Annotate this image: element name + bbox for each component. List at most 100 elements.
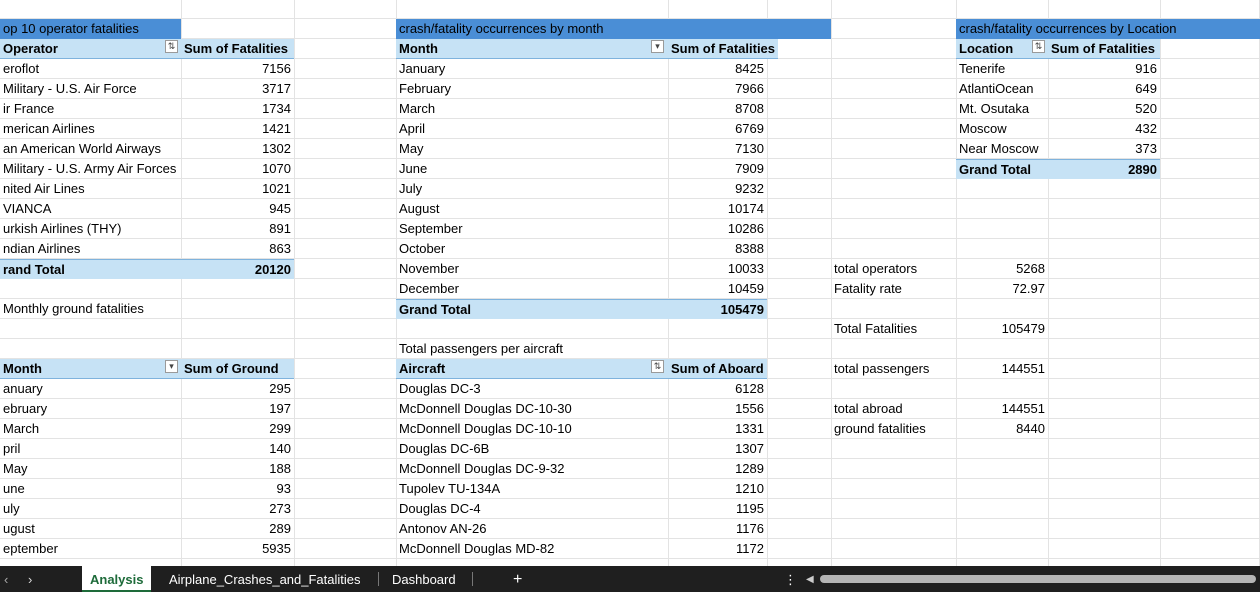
by-month-total-value[interactable]: 105479 xyxy=(668,299,767,319)
list-item-value[interactable]: 93 xyxy=(181,479,294,499)
by-month-total-label[interactable]: Grand Total xyxy=(396,299,668,319)
list-item-value[interactable]: 7130 xyxy=(668,139,767,159)
stat-value[interactable]: 144551 xyxy=(956,399,1048,419)
by-month-header-fatalities[interactable]: Sum of Fatalities xyxy=(668,39,778,59)
list-item[interactable]: Douglas DC-3 xyxy=(396,379,668,399)
list-item[interactable]: November xyxy=(396,259,668,279)
by-location-total-label[interactable]: Grand Total xyxy=(956,159,1048,179)
list-item[interactable]: ugust xyxy=(0,519,181,539)
monthly-ground-header-month[interactable]: Month ▾ xyxy=(0,359,181,379)
by-location-title[interactable]: crash/fatality occurrences by Location xyxy=(956,19,1260,39)
list-item[interactable]: October xyxy=(396,239,668,259)
dropdown-icon[interactable]: ▾ xyxy=(165,360,178,373)
passengers-header-aboard[interactable]: Sum of Aboard xyxy=(668,359,767,379)
list-item-value[interactable]: 6128 xyxy=(668,379,767,399)
list-item[interactable]: Douglas DC-4 xyxy=(396,499,668,519)
list-item-value[interactable]: 1302 xyxy=(181,139,294,159)
stat-value[interactable]: 144551 xyxy=(956,359,1048,379)
list-item-value[interactable]: 140 xyxy=(181,439,294,459)
list-item[interactable]: September xyxy=(396,219,668,239)
list-item-value[interactable]: 1172 xyxy=(668,539,767,559)
list-item-value[interactable]: 5935 xyxy=(181,539,294,559)
list-item-value[interactable]: 373 xyxy=(1048,139,1160,159)
list-item[interactable]: January xyxy=(396,59,668,79)
list-item-value[interactable]: 8708 xyxy=(668,99,767,119)
list-item[interactable]: pril xyxy=(0,439,181,459)
scroll-left-arrow-icon[interactable]: ◀ xyxy=(806,566,814,592)
top-operators-header-fatalities[interactable]: Sum of Fatalities xyxy=(181,39,294,59)
list-item-value[interactable]: 1331 xyxy=(668,419,767,439)
list-item-value[interactable]: 299 xyxy=(181,419,294,439)
list-item-value[interactable]: 649 xyxy=(1048,79,1160,99)
monthly-ground-title[interactable]: Monthly ground fatalities xyxy=(0,299,294,319)
list-item-value[interactable]: 916 xyxy=(1048,59,1160,79)
list-item[interactable]: March xyxy=(396,99,668,119)
list-item-value[interactable]: 7909 xyxy=(668,159,767,179)
stat-value[interactable]: 8440 xyxy=(956,419,1048,439)
list-item-value[interactable]: 432 xyxy=(1048,119,1160,139)
list-item-value[interactable]: 197 xyxy=(181,399,294,419)
top-operators-header-operator[interactable]: Operator ⇅ xyxy=(0,39,181,59)
scroll-tabs-left-icon[interactable]: ‹ xyxy=(4,566,8,592)
list-item[interactable]: VIANCA xyxy=(0,199,181,219)
list-item-value[interactable]: 1176 xyxy=(668,519,767,539)
list-item-value[interactable]: 7966 xyxy=(668,79,767,99)
top-operators-total-value[interactable]: 20120 xyxy=(181,259,294,279)
sort-filter-icon[interactable]: ⇅ xyxy=(165,40,178,53)
stat-label[interactable]: Total Fatalities xyxy=(831,319,956,339)
list-item-value[interactable]: 10174 xyxy=(668,199,767,219)
list-item[interactable]: Military - U.S. Army Air Forces xyxy=(0,159,181,179)
list-item-value[interactable]: 1421 xyxy=(181,119,294,139)
list-item[interactable]: Tenerife xyxy=(956,59,1048,79)
tab-analysis[interactable]: Analysis xyxy=(82,566,152,592)
list-item[interactable]: Antonov AN-26 xyxy=(396,519,668,539)
stat-value[interactable]: 105479 xyxy=(956,319,1048,339)
list-item-value[interactable]: 1307 xyxy=(668,439,767,459)
list-item[interactable]: Near Moscow xyxy=(956,139,1048,159)
horizontal-scrollbar[interactable] xyxy=(820,575,1256,583)
list-item-value[interactable]: 520 xyxy=(1048,99,1160,119)
list-item-value[interactable]: 7156 xyxy=(181,59,294,79)
tab-dashboard[interactable]: Dashboard xyxy=(392,566,456,592)
by-location-header-location[interactable]: Location ⇅ xyxy=(956,39,1048,59)
list-item-value[interactable]: 10286 xyxy=(668,219,767,239)
monthly-ground-header-ground[interactable]: Sum of Ground xyxy=(181,359,294,379)
list-item[interactable]: Military - U.S. Air Force xyxy=(0,79,181,99)
by-location-header-fatalities[interactable]: Sum of Fatalities xyxy=(1048,39,1160,59)
passengers-header-aircraft[interactable]: Aircraft ⇅ xyxy=(396,359,668,379)
stat-label[interactable]: total abroad xyxy=(831,399,956,419)
stat-value[interactable]: 5268 xyxy=(956,259,1048,279)
list-item-value[interactable]: 8425 xyxy=(668,59,767,79)
list-item[interactable]: February xyxy=(396,79,668,99)
list-item[interactable]: McDonnell Douglas DC-9-32 xyxy=(396,459,668,479)
list-item[interactable]: eptember xyxy=(0,539,181,559)
list-item-value[interactable]: 1556 xyxy=(668,399,767,419)
list-item[interactable]: ebruary xyxy=(0,399,181,419)
list-item[interactable]: April xyxy=(396,119,668,139)
list-item[interactable]: Tupolev TU-134A xyxy=(396,479,668,499)
by-location-total-value[interactable]: 2890 xyxy=(1048,159,1160,179)
list-item[interactable]: May xyxy=(396,139,668,159)
list-item-value[interactable]: 891 xyxy=(181,219,294,239)
sort-filter-icon[interactable]: ⇅ xyxy=(651,360,664,373)
stat-label[interactable]: ground fatalities xyxy=(831,419,956,439)
list-item-value[interactable]: 273 xyxy=(181,499,294,519)
dropdown-icon[interactable]: ▾ xyxy=(651,40,664,53)
list-item[interactable]: anuary xyxy=(0,379,181,399)
list-item-value[interactable]: 1021 xyxy=(181,179,294,199)
list-item-value[interactable]: 10033 xyxy=(668,259,767,279)
list-item-value[interactable]: 1070 xyxy=(181,159,294,179)
list-item-value[interactable]: 295 xyxy=(181,379,294,399)
list-item[interactable]: August xyxy=(396,199,668,219)
spreadsheet-grid[interactable]: op 10 operator fatalities Operator ⇅ Sum … xyxy=(0,0,1260,566)
list-item-value[interactable]: 945 xyxy=(181,199,294,219)
list-item[interactable]: AtlantiOcean xyxy=(956,79,1048,99)
list-item[interactable]: ir France xyxy=(0,99,181,119)
list-item[interactable]: March xyxy=(0,419,181,439)
list-item-value[interactable]: 10459 xyxy=(668,279,767,299)
list-item[interactable]: ndian Airlines xyxy=(0,239,181,259)
list-item[interactable]: an American World Airways xyxy=(0,139,181,159)
list-item[interactable]: McDonnell Douglas DC-10-10 xyxy=(396,419,668,439)
list-item[interactable]: McDonnell Douglas MD-82 xyxy=(396,539,668,559)
stat-label[interactable]: total operators xyxy=(831,259,956,279)
